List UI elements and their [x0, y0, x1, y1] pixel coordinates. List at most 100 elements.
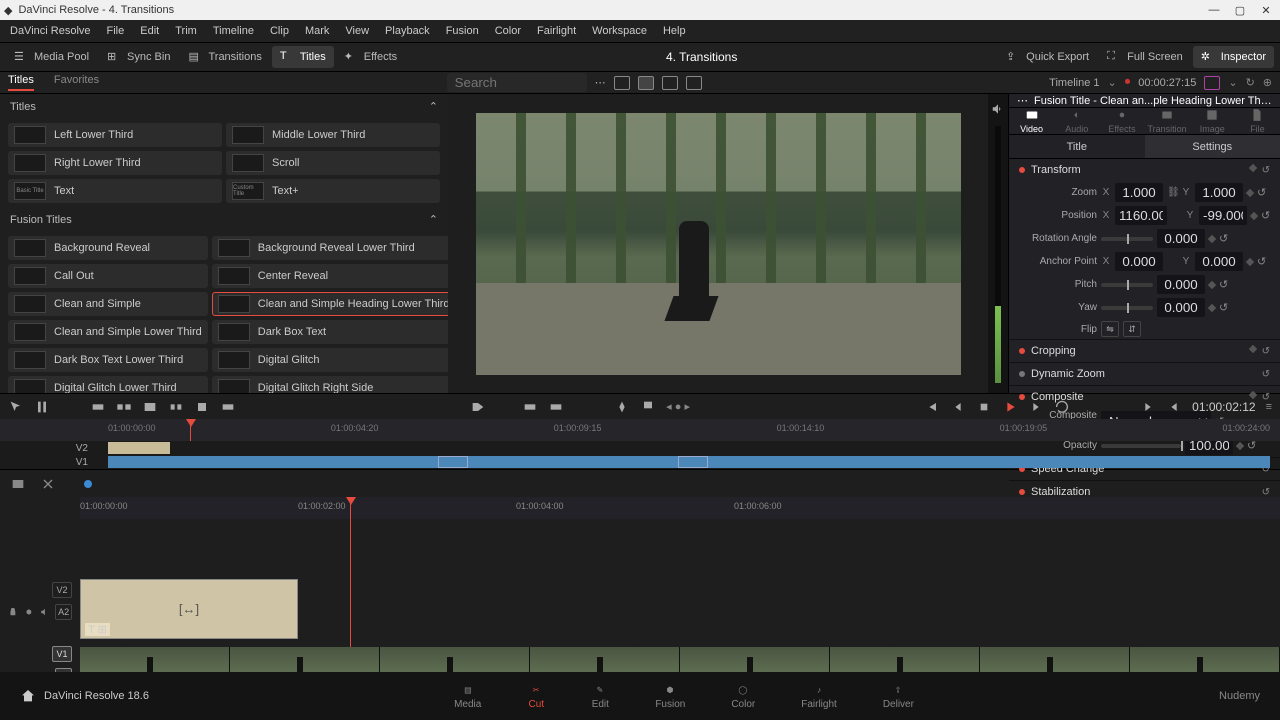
tab-titles[interactable]: Titles	[8, 74, 34, 91]
stop-icon[interactable]	[976, 399, 992, 415]
fusion-item[interactable]: Call Out	[8, 264, 208, 288]
page-media[interactable]: ▤Media	[454, 683, 481, 710]
anchor-y-input[interactable]	[1195, 252, 1243, 271]
inspector-tab-file[interactable]: File	[1235, 108, 1280, 134]
fusion-item[interactable]: Dark Box Text	[212, 320, 448, 344]
menu-color[interactable]: Color	[495, 25, 521, 37]
titles-item[interactable]: Middle Lower Third	[226, 123, 440, 147]
pos-y-input[interactable]	[1199, 206, 1247, 225]
go-start-icon[interactable]	[924, 399, 940, 415]
menu-view[interactable]: View	[345, 25, 369, 37]
inspector-tab-image[interactable]: Image	[1190, 108, 1235, 134]
options-icon[interactable]: ⋯	[595, 76, 606, 89]
title-clip-lower[interactable]: [↔] T ⊞	[80, 579, 298, 639]
tool-transition-icon[interactable]	[470, 399, 486, 415]
titles-item[interactable]: Left Lower Third	[8, 123, 222, 147]
speaker-icon[interactable]	[991, 102, 1005, 116]
link-icon[interactable]: ⛓	[1167, 187, 1177, 198]
inspector-subtab-title[interactable]: Title	[1009, 135, 1145, 158]
menu-fairlight[interactable]: Fairlight	[537, 25, 576, 37]
flip-v-button[interactable]: ⇵	[1123, 321, 1141, 337]
play-icon[interactable]	[1002, 399, 1018, 415]
section-fusion-head[interactable]: Fusion Titles⌃	[0, 207, 448, 232]
loop-icon[interactable]	[1054, 399, 1070, 415]
pos-x-input[interactable]	[1115, 206, 1167, 225]
replace-icon[interactable]	[142, 399, 158, 415]
reset-icon[interactable]: ↺	[1219, 301, 1228, 314]
titles-item[interactable]: Custom TitleText+	[226, 179, 440, 203]
titles-button[interactable]: TTitles	[272, 46, 334, 68]
menu-edit[interactable]: Edit	[140, 25, 159, 37]
fusion-item[interactable]: Center Reveal	[212, 264, 448, 288]
fusion-item[interactable]: Clean and Simple Lower Third	[8, 320, 208, 344]
tool-select-icon[interactable]	[8, 399, 24, 415]
reset-icon[interactable]: ↺	[1261, 209, 1270, 222]
track-label-v1[interactable]: V1	[0, 457, 96, 468]
menu-file[interactable]: File	[107, 25, 125, 37]
page-deliver[interactable]: ⇪Deliver	[883, 683, 914, 710]
menu-workspace[interactable]: Workspace	[592, 25, 647, 37]
keyframe-icon[interactable]	[1208, 234, 1216, 242]
reset-icon[interactable]: ↺	[1219, 278, 1228, 291]
keyframe-icon[interactable]	[1208, 280, 1216, 288]
tool-smooth-icon[interactable]	[548, 399, 564, 415]
pitch-slider[interactable]	[1101, 283, 1153, 287]
zoom-y-input[interactable]	[1195, 183, 1243, 202]
yaw-slider[interactable]	[1101, 306, 1153, 310]
titles-item[interactable]: Right Lower Third	[8, 151, 222, 175]
minimize-button[interactable]: —	[1204, 2, 1224, 18]
viewer-opt-3[interactable]: ↻	[1246, 76, 1255, 89]
reset-icon[interactable]: ↺	[1262, 165, 1270, 176]
effects-button[interactable]: ✦Effects	[336, 46, 405, 68]
inspector-tab-video[interactable]: Video	[1009, 108, 1054, 134]
quick-export-button[interactable]: ⇪Quick Export	[998, 46, 1097, 68]
titles-item[interactable]: Basic TitleText	[8, 179, 222, 203]
reset-icon[interactable]: ↺	[1257, 255, 1266, 268]
inspector-subtab-settings[interactable]: Settings	[1145, 135, 1280, 158]
section-transform[interactable]: Transform ↺	[1009, 159, 1280, 181]
page-fairlight[interactable]: ♪Fairlight	[801, 683, 837, 710]
menu-help[interactable]: Help	[663, 25, 686, 37]
keyframe-icon[interactable]	[1248, 163, 1256, 171]
viewer-opt-2[interactable]: ⌄	[1228, 76, 1237, 89]
page-color[interactable]: ◯Color	[731, 683, 755, 710]
viewer-opt-4[interactable]: ⊕	[1263, 76, 1272, 89]
tool-trim-icon[interactable]	[34, 399, 50, 415]
zoom-indicator[interactable]	[84, 480, 92, 488]
menu-trim[interactable]: Trim	[175, 25, 197, 37]
track-label-v2[interactable]: V2	[0, 443, 96, 454]
inspector-button[interactable]: ✲Inspector	[1193, 46, 1274, 68]
menu-clip[interactable]: Clip	[270, 25, 289, 37]
timeline-view-icon[interactable]	[10, 476, 26, 492]
tool-ripple-icon[interactable]	[194, 399, 210, 415]
fusion-item[interactable]: Digital Glitch Right Side	[212, 376, 448, 393]
clip-title-upper[interactable]	[108, 442, 170, 454]
maximize-button[interactable]: ▢	[1230, 2, 1250, 18]
viewer-screen[interactable]	[476, 113, 961, 375]
next-frame-icon[interactable]	[1028, 399, 1044, 415]
zoom-x-input[interactable]	[1115, 183, 1163, 202]
fusion-item[interactable]: Clean and Simple Heading Lower Third	[212, 292, 448, 316]
transitions-button[interactable]: ▤Transitions	[180, 46, 269, 68]
search-input[interactable]	[447, 73, 587, 92]
sync-bin-button[interactable]: ⊞Sync Bin	[99, 46, 178, 68]
home-icon[interactable]	[20, 688, 36, 704]
view-mode-icon[interactable]	[614, 76, 630, 90]
keyframe-icon[interactable]	[1250, 211, 1258, 219]
inspector-tab-effects[interactable]: Effects	[1099, 108, 1144, 134]
menu-playback[interactable]: Playback	[385, 25, 430, 37]
enable-icon[interactable]	[24, 606, 34, 618]
blade-icon[interactable]	[40, 476, 56, 492]
fusion-item[interactable]: Digital Glitch	[212, 348, 448, 372]
transport-timecode[interactable]: 01:00:02:12	[1192, 400, 1255, 414]
prev-frame-icon[interactable]	[950, 399, 966, 415]
section-cropping[interactable]: Cropping↺	[1009, 340, 1280, 362]
pitch-input[interactable]	[1157, 275, 1205, 294]
tool-marker-icon[interactable]	[614, 399, 630, 415]
inspector-tab-audio[interactable]: Audio	[1054, 108, 1099, 134]
media-pool-button[interactable]: ☰Media Pool	[6, 46, 97, 68]
inspector-options-icon[interactable]: ⋯	[1017, 94, 1028, 107]
menu-davinci[interactable]: DaVinci Resolve	[10, 25, 91, 37]
viewer-opt-1[interactable]	[1204, 76, 1220, 90]
section-dynamic-zoom[interactable]: Dynamic Zoom↺	[1009, 363, 1280, 385]
